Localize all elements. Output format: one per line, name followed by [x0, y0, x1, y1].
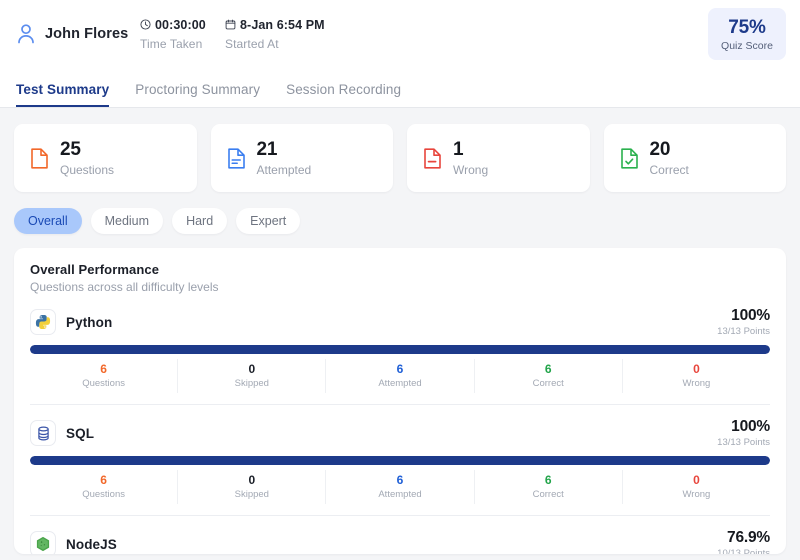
- panel-title: Overall Performance: [30, 262, 770, 277]
- metric-skipped: 0 Skipped: [177, 359, 325, 393]
- topic-name-nodejs: NodeJS: [66, 537, 117, 552]
- time-taken-block: 00:30:00 Time Taken: [140, 18, 225, 51]
- metric-value: 0: [693, 362, 700, 376]
- progress-bar-python: [30, 345, 770, 354]
- metric-wrong: 0 Wrong: [622, 470, 770, 504]
- summary-stat-cards: 25 Questions 21 Attempted 1 Wrong: [0, 108, 800, 192]
- metric-correct: 6 Correct: [474, 359, 622, 393]
- progress-fill-python: [30, 345, 770, 354]
- stat-value-wrong: 1: [453, 139, 488, 161]
- started-at-value: 8-Jan 6:54 PM: [240, 18, 325, 32]
- metric-value: 0: [248, 362, 255, 376]
- database-icon: [30, 420, 56, 446]
- metric-label: Wrong: [683, 378, 711, 389]
- topic-percent-nodejs: 76.9%: [717, 529, 770, 547]
- stat-card-wrong[interactable]: 1 Wrong: [407, 124, 590, 192]
- topic-name-sql: SQL: [66, 426, 94, 441]
- metric-attempted: 6 Attempted: [325, 470, 473, 504]
- difficulty-filter: Overall Medium Hard Expert: [0, 192, 800, 234]
- metric-label: Wrong: [683, 489, 711, 500]
- overall-performance-panel: Overall Performance Questions across all…: [14, 248, 786, 554]
- topic-points-nodejs: 10/13 Points: [717, 548, 770, 554]
- metrics-python: 6 Questions 0 Skipped 6 Attempted 6 Corr…: [30, 359, 770, 393]
- stat-label-correct: Correct: [650, 163, 689, 177]
- document-minus-icon: [423, 147, 442, 170]
- document-icon: [30, 147, 49, 170]
- metric-attempted: 6 Attempted: [325, 359, 473, 393]
- topic-row-python: Python 100% 13/13 Points 6 Questions 0 S…: [30, 294, 770, 393]
- page-header: John Flores 00:30:00 Time Taken 8-Jan 6:…: [0, 0, 800, 68]
- metric-value: 6: [545, 473, 552, 487]
- difficulty-pill-hard[interactable]: Hard: [172, 208, 227, 234]
- metric-label: Attempted: [378, 489, 421, 500]
- started-at-label: Started At: [225, 37, 375, 51]
- metric-value: 6: [397, 362, 404, 376]
- metric-value: 6: [397, 473, 404, 487]
- user-icon: [16, 23, 36, 45]
- topic-row-sql: SQL 100% 13/13 Points 6 Questions 0 Skip…: [30, 404, 770, 504]
- tab-session-recording[interactable]: Session Recording: [286, 82, 401, 107]
- difficulty-pill-medium[interactable]: Medium: [91, 208, 163, 234]
- document-check-icon: [620, 147, 639, 170]
- metric-label: Questions: [82, 378, 125, 389]
- started-at-block: 8-Jan 6:54 PM Started At: [225, 18, 375, 51]
- time-taken-label: Time Taken: [140, 37, 225, 51]
- python-logo-icon: [30, 309, 56, 335]
- tab-proctoring-summary[interactable]: Proctoring Summary: [135, 82, 260, 107]
- stat-value-questions: 25: [60, 139, 114, 161]
- nodejs-logo-icon: [30, 531, 56, 554]
- metric-label: Skipped: [235, 489, 269, 500]
- session-meta: 00:30:00 Time Taken 8-Jan 6:54 PM Starte…: [140, 18, 375, 51]
- stat-label-questions: Questions: [60, 163, 114, 177]
- metric-label: Correct: [533, 489, 564, 500]
- metric-label: Attempted: [378, 378, 421, 389]
- metric-label: Questions: [82, 489, 125, 500]
- metric-questions: 6 Questions: [30, 359, 177, 393]
- stat-label-wrong: Wrong: [453, 163, 488, 177]
- tab-bar: Test Summary Proctoring Summary Session …: [0, 68, 800, 108]
- metric-skipped: 0 Skipped: [177, 470, 325, 504]
- metric-wrong: 0 Wrong: [622, 359, 770, 393]
- progress-fill-sql: [30, 456, 770, 465]
- difficulty-pill-overall[interactable]: Overall: [14, 208, 82, 234]
- topic-percent-python: 100%: [717, 307, 770, 325]
- tab-test-summary[interactable]: Test Summary: [16, 82, 109, 107]
- metric-value: 0: [248, 473, 255, 487]
- topic-row-nodejs: NodeJS 76.9% 10/13 Points 6 Questions 1 …: [30, 515, 770, 554]
- topic-points-sql: 13/13 Points: [717, 437, 770, 448]
- stat-card-questions[interactable]: 25 Questions: [14, 124, 197, 192]
- stat-value-attempted: 21: [257, 139, 312, 161]
- progress-bar-sql: [30, 456, 770, 465]
- difficulty-pill-expert[interactable]: Expert: [236, 208, 300, 234]
- stat-value-correct: 20: [650, 139, 689, 161]
- clock-icon: [140, 19, 151, 30]
- stat-label-attempted: Attempted: [257, 163, 312, 177]
- metric-label: Correct: [533, 378, 564, 389]
- panel-subtitle: Questions across all difficulty levels: [30, 280, 770, 294]
- calendar-icon: [225, 19, 236, 30]
- user-block: John Flores: [16, 23, 134, 45]
- topic-percent-sql: 100%: [717, 418, 770, 436]
- metric-value: 0: [693, 473, 700, 487]
- metric-value: 6: [100, 362, 107, 376]
- metric-label: Skipped: [235, 378, 269, 389]
- topic-points-python: 13/13 Points: [717, 326, 770, 337]
- stat-card-attempted[interactable]: 21 Attempted: [211, 124, 394, 192]
- metric-correct: 6 Correct: [474, 470, 622, 504]
- topic-name-python: Python: [66, 315, 112, 330]
- metric-value: 6: [100, 473, 107, 487]
- quiz-score-value: 75%: [728, 17, 765, 39]
- stat-card-correct[interactable]: 20 Correct: [604, 124, 787, 192]
- time-taken-value: 00:30:00: [155, 18, 206, 32]
- document-lines-icon: [227, 147, 246, 170]
- metrics-sql: 6 Questions 0 Skipped 6 Attempted 6 Corr…: [30, 470, 770, 504]
- metric-questions: 6 Questions: [30, 470, 177, 504]
- quiz-score-label: Quiz Score: [721, 40, 773, 52]
- metric-value: 6: [545, 362, 552, 376]
- user-name: John Flores: [45, 26, 128, 42]
- quiz-score-badge: 75% Quiz Score: [708, 8, 786, 60]
